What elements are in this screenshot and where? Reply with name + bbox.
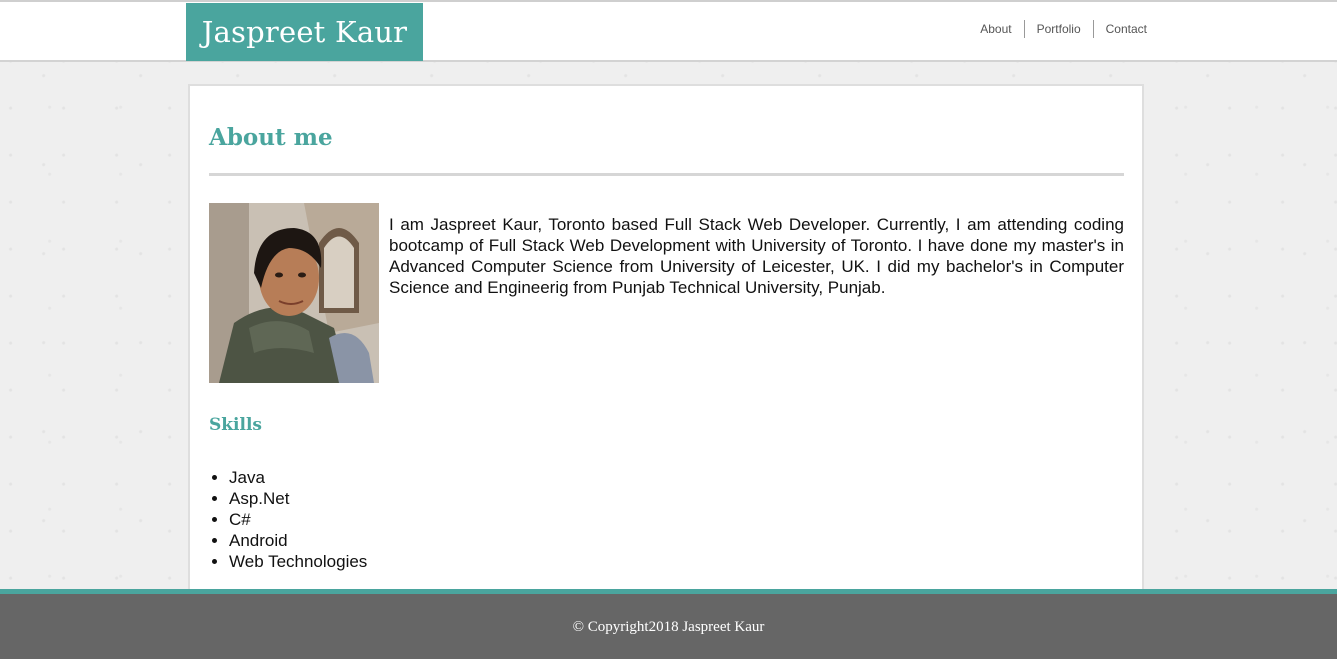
skill-item: Asp.Net [229,488,367,509]
site-header: Jaspreet Kaur About Portfolio Contact [0,0,1337,62]
nav-contact-link[interactable]: Contact [1092,20,1147,38]
site-footer: © Copyright2018 Jaspreet Kaur [0,594,1337,659]
skills-list: Java Asp.Net C# Android Web Technologies [229,467,367,572]
main-nav: About Portfolio Contact [968,20,1147,38]
about-heading: About me [209,124,333,151]
skill-item: C# [229,509,367,530]
copyright-text: © Copyright2018 Jaspreet Kaur [572,619,765,635]
skill-item: Web Technologies [229,551,367,572]
profile-photo [209,203,379,383]
skill-item: Android [229,530,367,551]
nav-about-link[interactable]: About [968,20,1023,38]
nav-portfolio-link[interactable]: Portfolio [1023,20,1093,38]
heading-divider [209,173,1124,176]
about-card: About me I am Jaspreet Kaur, Toronto bas… [188,84,1144,604]
bio-text: I am Jaspreet Kaur, Toronto based Full S… [389,215,1124,297]
skill-item: Java [229,467,367,488]
skills-heading: Skills [209,415,263,435]
brand-logo[interactable]: Jaspreet Kaur [186,3,423,61]
